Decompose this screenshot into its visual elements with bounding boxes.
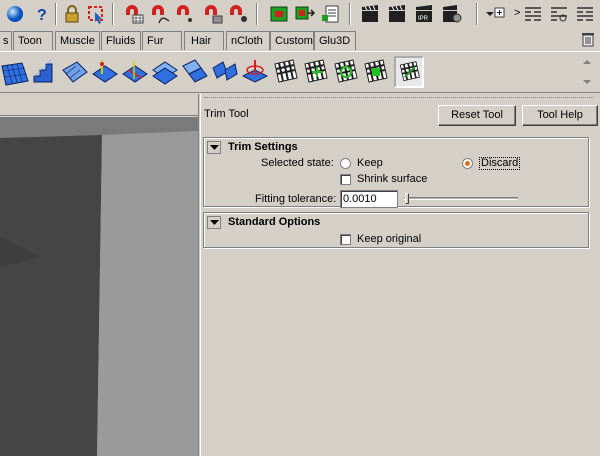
help-icon[interactable]: ? [31, 3, 53, 25]
scene-geometry [0, 117, 198, 456]
keep-label: Keep [357, 157, 383, 169]
toolbar-separator [55, 3, 57, 25]
tool-settings-icon[interactable] [574, 3, 596, 25]
render-input-icon[interactable] [320, 3, 342, 25]
selected-state-label: Selected state: [261, 157, 334, 169]
sphere-icon[interactable] [4, 3, 26, 25]
nurbs-project-icon[interactable] [90, 56, 120, 88]
checker-uv-icon[interactable] [270, 56, 300, 88]
viewport-panel [0, 94, 200, 456]
shrink-surface-checkbox[interactable] [340, 174, 351, 185]
checker-rotate-icon[interactable] [330, 56, 360, 88]
tool-title: Trim Tool [204, 108, 249, 120]
svg-text:?: ? [37, 7, 47, 24]
shelf-scroll-arrows[interactable] [578, 54, 596, 90]
snap-magnet-point-icon[interactable] [174, 3, 196, 25]
trim-settings-header[interactable]: Trim Settings [204, 138, 588, 156]
attribute-editor-icon[interactable] [548, 3, 570, 25]
nurbs-split-icon[interactable] [150, 56, 180, 88]
panel-grip[interactable] [204, 97, 594, 101]
checker-scale-icon[interactable] [360, 56, 390, 88]
tab-ncloth[interactable]: nCloth [226, 31, 270, 50]
render-ipr-icon[interactable] [386, 3, 408, 25]
toolbar-separator [476, 3, 478, 25]
nurbs-rebuild-icon[interactable] [120, 56, 150, 88]
nurbs-plane-icon[interactable] [0, 56, 30, 88]
render-clapper-icon[interactable] [440, 3, 462, 25]
tab-fur[interactable]: Fur [142, 31, 182, 50]
nurbs-pivot-icon[interactable] [240, 56, 270, 88]
channel-box-icon[interactable] [522, 3, 544, 25]
render-clapper-icon[interactable] [359, 3, 381, 25]
snap-magnet-surface-icon[interactable] [227, 3, 249, 25]
toolbar-separator [256, 3, 258, 25]
standard-options-frame: Standard Options Keep original [203, 212, 589, 248]
trim-settings-frame: Trim Settings Selected state: Keep Disca… [203, 137, 589, 208]
tab-s[interactable]: s [0, 31, 12, 50]
history-icon[interactable] [268, 3, 290, 25]
overflow-glyph[interactable]: > [514, 7, 520, 19]
standard-options-header[interactable]: Standard Options [204, 213, 588, 231]
toolbar-separator [112, 3, 114, 25]
trash-icon[interactable] [580, 31, 596, 47]
keep-original-checkbox[interactable] [340, 234, 351, 245]
nurbs-surface-icon[interactable] [60, 56, 90, 88]
select-region-icon[interactable] [85, 3, 107, 25]
tab-fluids[interactable]: Fluids [101, 31, 141, 50]
nurbs-detach-icon[interactable] [210, 56, 240, 88]
standard-options-title: Standard Options [228, 216, 321, 228]
checker-move-icon[interactable] [300, 56, 330, 88]
svg-text:IPR: IPR [418, 16, 429, 22]
viewport-canvas[interactable] [0, 117, 198, 456]
shrink-surface-label: Shrink surface [357, 173, 428, 185]
fitting-tolerance-slider-thumb[interactable] [405, 193, 410, 204]
snap-magnet-curve-icon[interactable] [149, 3, 171, 25]
discard-label: Discard [479, 157, 521, 170]
collapse-arrow-icon[interactable] [207, 216, 221, 229]
tab-toon[interactable]: Toon [13, 31, 53, 50]
reset-tool-button[interactable]: Reset Tool [438, 105, 516, 126]
nurbs-attach-icon[interactable] [180, 56, 210, 88]
tool-help-button[interactable]: Tool Help [522, 105, 598, 126]
fitting-tolerance-label: Fitting tolerance: [255, 193, 337, 205]
viewport-menu-bar [0, 94, 200, 116]
fitting-tolerance-slider[interactable] [404, 197, 518, 200]
snap-magnet-view-icon[interactable] [202, 3, 224, 25]
tab-glu3d[interactable]: Glu3D [314, 31, 356, 50]
lock-icon[interactable] [61, 3, 83, 25]
shelf [0, 51, 600, 93]
options-menu-icon[interactable] [484, 3, 506, 25]
trim-settings-title: Trim Settings [228, 141, 298, 153]
tool-settings-panel: Trim Tool Reset Tool Tool Help Trim Sett… [202, 94, 600, 456]
snap-magnet-grid-icon[interactable] [123, 3, 145, 25]
checker-trim-icon[interactable] [394, 56, 424, 88]
keep-radio[interactable] [340, 158, 351, 169]
fitting-tolerance-field[interactable] [340, 190, 398, 208]
discard-radio[interactable] [462, 158, 473, 169]
toolbar-separator [349, 3, 351, 25]
render-frame-icon[interactable] [294, 3, 316, 25]
panel-divider[interactable] [198, 94, 201, 456]
tab-hair[interactable]: Hair [184, 31, 224, 50]
tab-muscle[interactable]: Muscle [55, 31, 100, 50]
nurbs-stairs-icon[interactable] [30, 56, 60, 88]
status-toolbar: ? IPR > [0, 0, 600, 29]
render-settings-icon[interactable]: IPR [413, 3, 435, 25]
keep-original-label: Keep original [357, 233, 422, 245]
collapse-arrow-icon[interactable] [207, 141, 221, 154]
shelf-tab-bar: s Toon Muscle Fluids Fur Hair nCloth Cus… [0, 30, 600, 51]
tab-custom[interactable]: Custom [270, 31, 314, 50]
